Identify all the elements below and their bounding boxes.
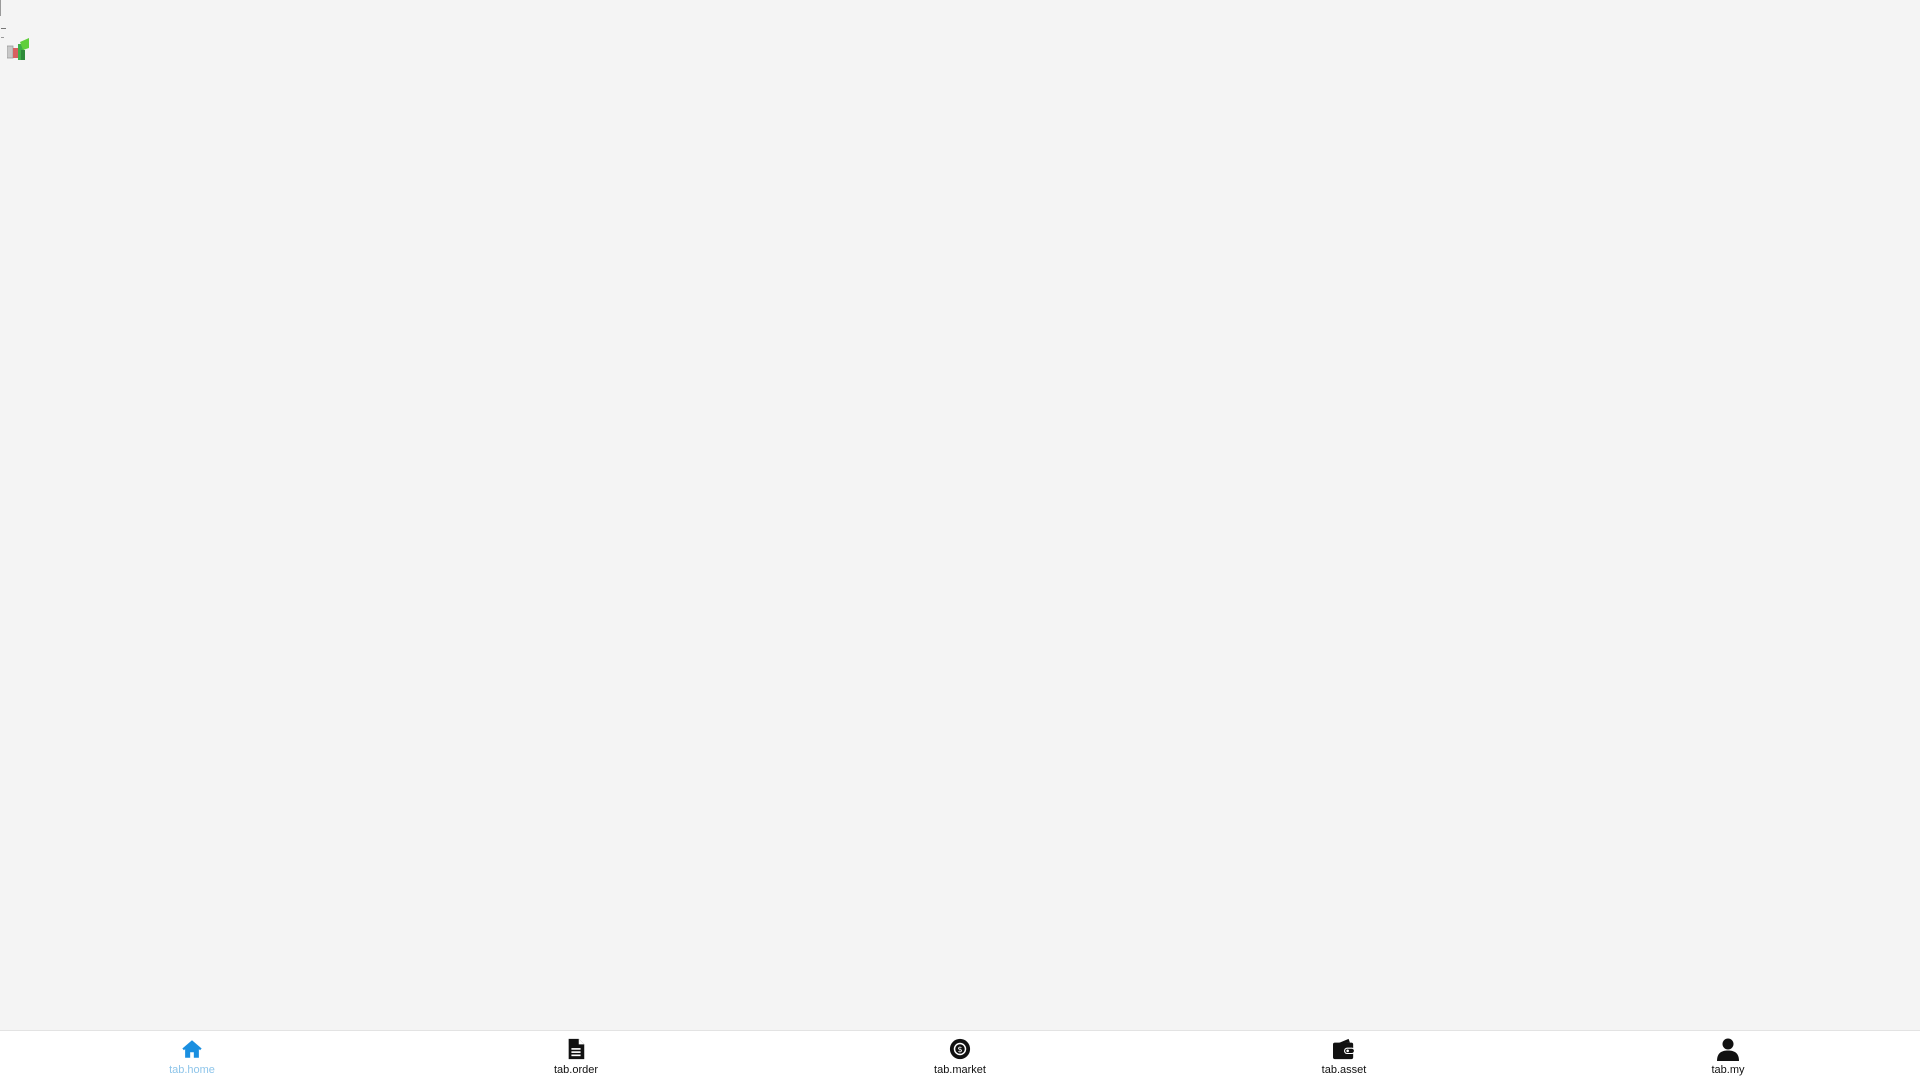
tab-order-label: tab.order (553, 1064, 599, 1076)
tab-my-label: tab.my (1711, 1064, 1745, 1076)
tab-my[interactable]: tab.my (1536, 1031, 1920, 1080)
image-edge (0, 0, 1, 16)
app-screen: tab.home tab.order $ tab.market tab.asse… (0, 0, 1920, 1080)
svg-text:$: $ (957, 1044, 962, 1054)
document-icon (564, 1037, 588, 1061)
tab-order[interactable]: tab.order (384, 1031, 768, 1080)
tab-home[interactable]: tab.home (0, 1031, 384, 1080)
broken-image-placeholder (0, 0, 34, 66)
wallet-icon (1332, 1037, 1356, 1061)
tab-market-label: tab.market (934, 1064, 986, 1076)
image-fragment (1, 28, 6, 29)
bottom-tab-bar: tab.home tab.order $ tab.market tab.asse… (0, 1030, 1920, 1080)
tab-asset[interactable]: tab.asset (1152, 1031, 1536, 1080)
tab-market[interactable]: $ tab.market (768, 1031, 1152, 1080)
coin-icon: $ (948, 1037, 972, 1061)
tab-asset-label: tab.asset (1321, 1064, 1367, 1076)
user-icon (1716, 1037, 1740, 1061)
tab-home-label: tab.home (169, 1064, 215, 1076)
broken-image-icon (7, 38, 29, 60)
image-fragment (1, 37, 4, 38)
home-icon (180, 1037, 204, 1061)
